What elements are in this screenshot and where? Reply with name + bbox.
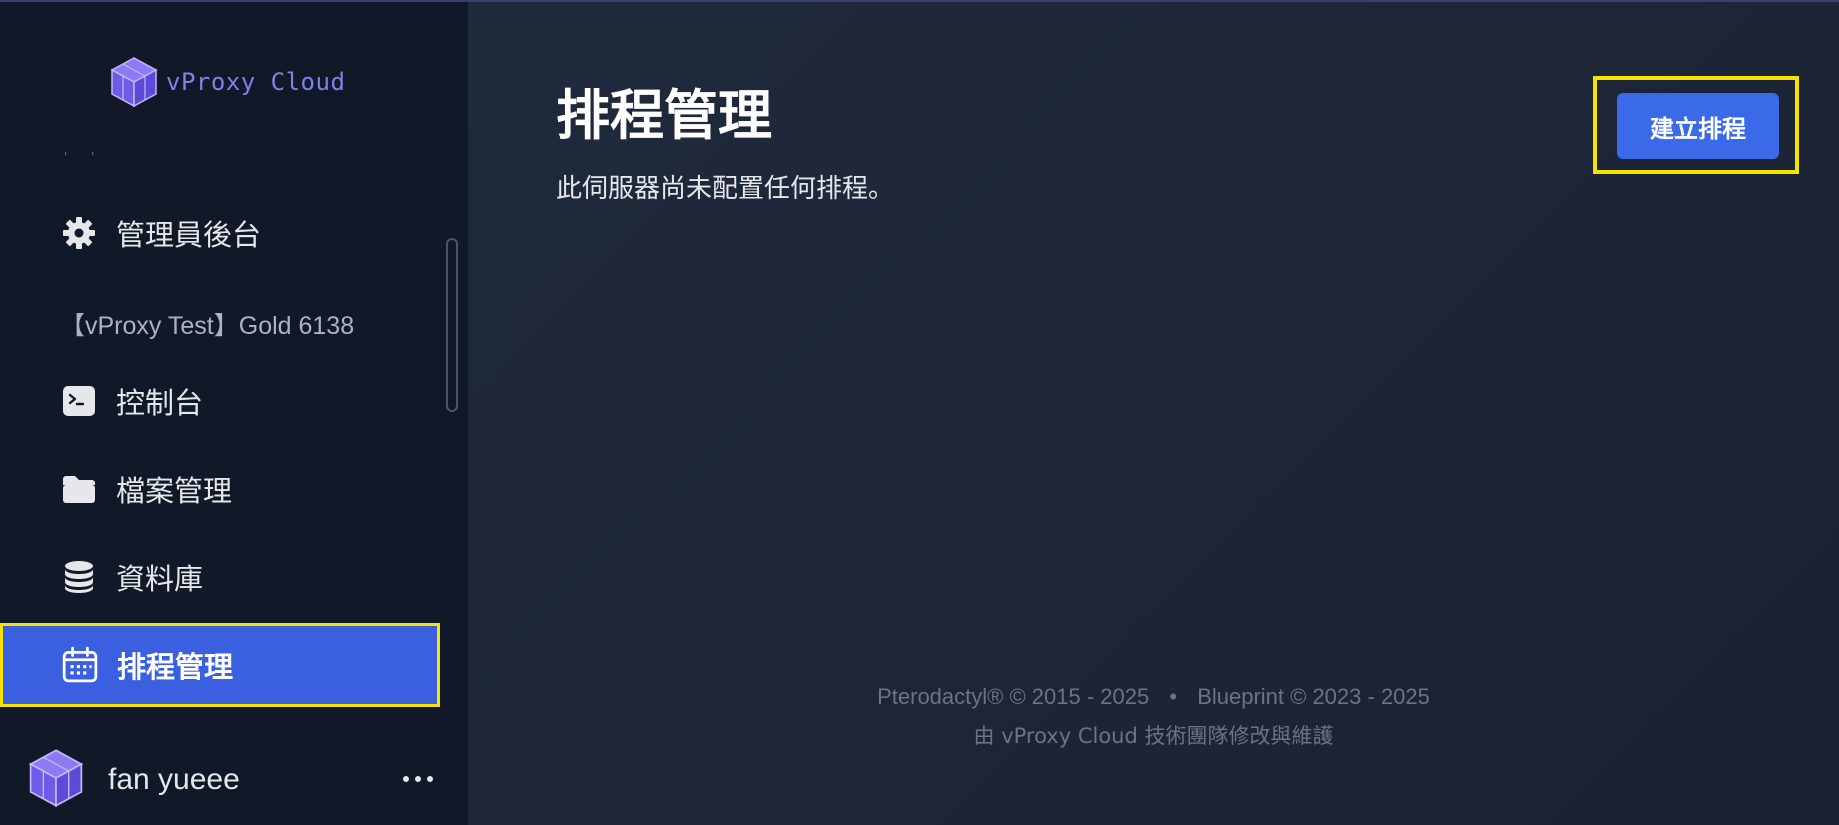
more-dots-icon[interactable] <box>398 764 438 794</box>
footer-copyright: Pterodactyl® © 2015 - 2025 • Blueprint ©… <box>468 684 1839 710</box>
empty-state-message: 此伺服器尚未配置任何排程。 <box>556 174 895 204</box>
terminal-icon <box>60 382 98 420</box>
sidebar-item-schedules[interactable]: 排程管理 <box>0 623 440 707</box>
sidebar: vProxy Cloud ' ' 管理員後台 【vProxy Test】Gold… <box>0 2 468 825</box>
sidebar-item-label: 排程管理 <box>117 650 234 684</box>
page-title: 排程管理 <box>556 84 772 147</box>
main-content: 排程管理 此伺服器尚未配置任何排程。 建立排程 Pterodactyl® © 2… <box>468 2 1839 825</box>
sidebar-item-label: 檔案管理 <box>116 474 233 508</box>
footer-separator: • <box>1169 684 1178 709</box>
brand-name: vProxy Cloud <box>166 68 346 96</box>
user-name: fan yueee <box>108 763 240 796</box>
sidebar-item-files[interactable]: 檔案管理 <box>60 464 232 514</box>
avatar[interactable] <box>28 748 84 812</box>
server-name: 【vProxy Test】Gold 6138 <box>60 312 355 340</box>
sidebar-item-admin[interactable]: 管理員後台 <box>60 208 261 258</box>
footer-pterodactyl-link[interactable]: Pterodactyl® © 2015 - 2025 <box>877 684 1149 709</box>
sidebar-item-label: 資料庫 <box>116 562 204 596</box>
database-icon <box>60 558 98 596</box>
footer-credit: 由 vProxy Cloud 技術團隊修改與維護 <box>973 724 1334 748</box>
footer-blueprint-link[interactable]: Blueprint © 2023 - 2025 <box>1197 684 1430 709</box>
user-menu[interactable]: fan yueee <box>28 748 438 812</box>
cube-logo-icon <box>110 57 158 108</box>
highlight-box: 建立排程 <box>1593 76 1799 174</box>
sidebar-item-database[interactable]: 資料庫 <box>60 552 203 602</box>
folder-icon <box>60 470 98 508</box>
sidebar-item-label: 管理員後台 <box>116 218 262 252</box>
sidebar-item-label: 控制台 <box>116 386 204 420</box>
calendar-icon <box>61 646 99 684</box>
sidebar-scrollbar[interactable] <box>446 238 458 412</box>
sidebar-item-console[interactable]: 控制台 <box>60 376 203 426</box>
scrolled-item-fragment: ' ' <box>64 150 105 164</box>
gear-icon <box>60 214 98 252</box>
brand-logo[interactable]: vProxy Cloud <box>110 56 345 108</box>
create-schedule-button[interactable]: 建立排程 <box>1617 93 1779 159</box>
